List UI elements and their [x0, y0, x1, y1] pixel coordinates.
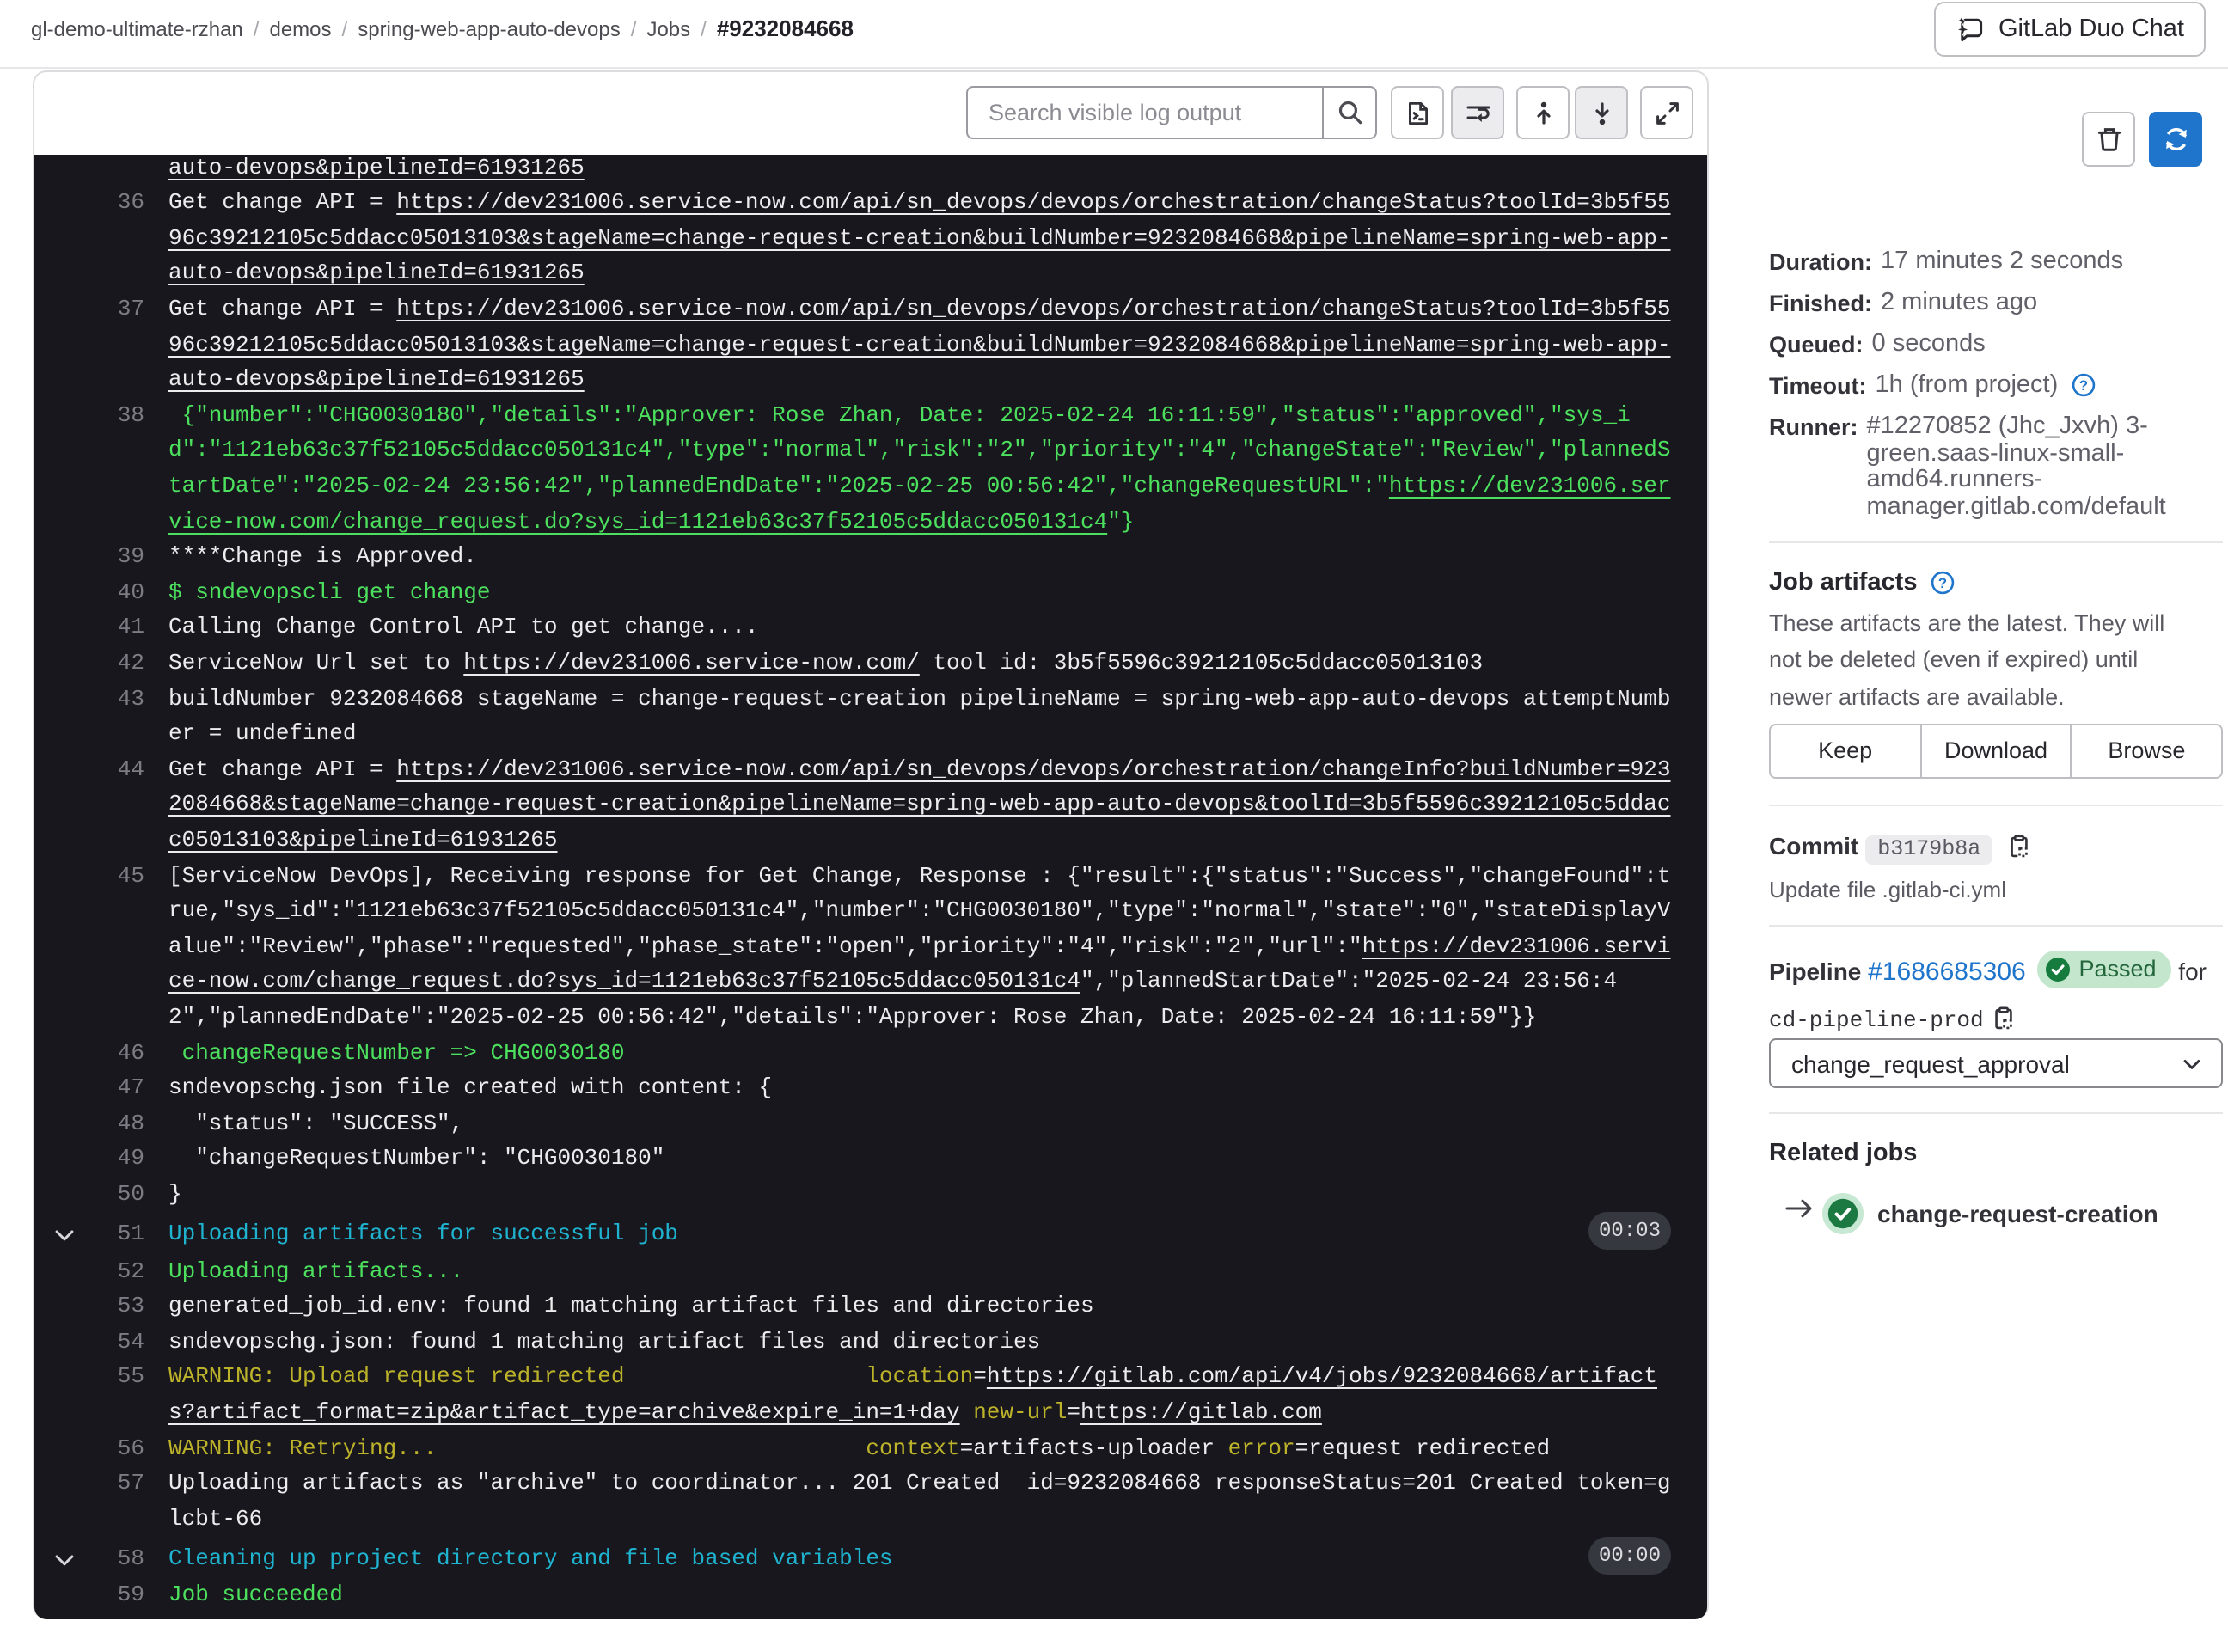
svg-text:?: ?	[1938, 575, 1947, 591]
svg-text:?: ?	[2079, 377, 2088, 394]
